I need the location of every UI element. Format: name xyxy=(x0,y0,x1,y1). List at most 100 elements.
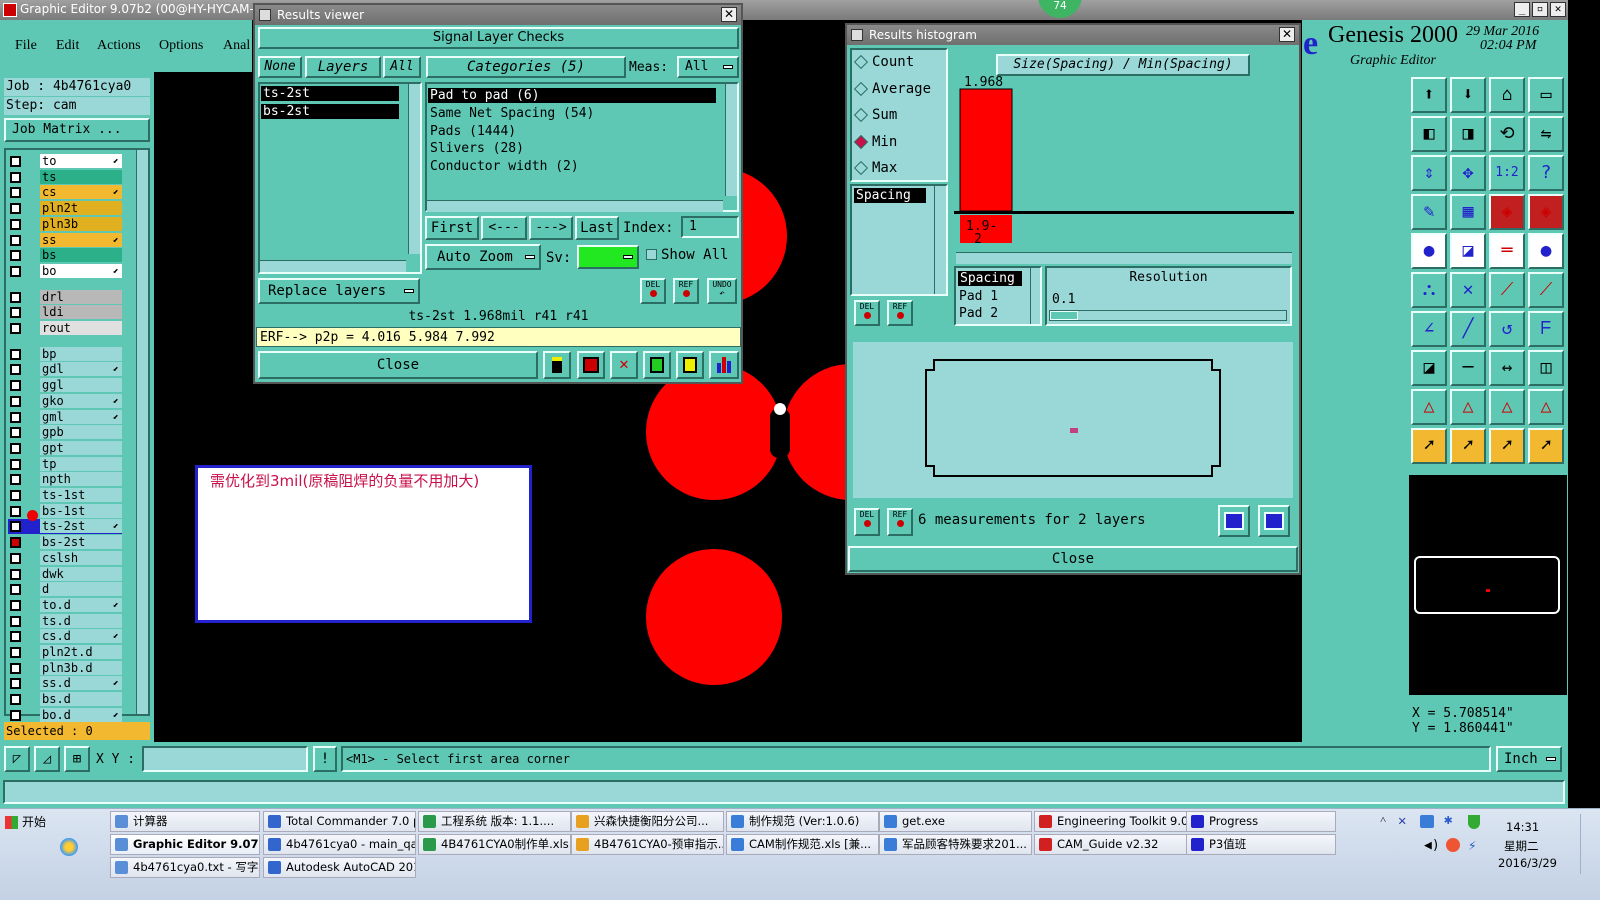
layer-row-d[interactable]: d xyxy=(8,582,122,597)
layer-list-vscroll[interactable] xyxy=(408,84,420,254)
category-item[interactable]: Slivers (28) xyxy=(430,141,524,156)
layer-checkbox[interactable] xyxy=(10,427,21,439)
layer-checkbox[interactable] xyxy=(10,458,21,470)
fe-icon[interactable]: ᖴ xyxy=(1528,311,1564,347)
layer-checkbox[interactable] xyxy=(10,203,21,215)
histogram-hscroll[interactable] xyxy=(956,252,1292,264)
show-desktop-button[interactable] xyxy=(1580,814,1596,874)
layer-row-ldi[interactable]: ldi xyxy=(8,305,122,320)
layer-name[interactable]: bo ⬋ xyxy=(40,263,122,278)
move-left-icon[interactable]: ◧ xyxy=(1411,116,1447,152)
layer-name[interactable]: ss ⬋ xyxy=(40,232,122,247)
layer-row-bo[interactable]: bo ⬋ xyxy=(8,263,122,279)
pad-icon[interactable]: ● xyxy=(1411,233,1447,269)
layer-checkbox[interactable] xyxy=(10,678,21,690)
layer-row-gpb[interactable]: gpb xyxy=(8,425,122,440)
zoom-tool-icon[interactable]: ◸ xyxy=(4,746,30,772)
layer-row-cs.d[interactable]: cs.d ⬋ xyxy=(8,629,122,644)
hist-ref-button-2[interactable]: REF xyxy=(887,508,913,536)
layer-checkbox[interactable] xyxy=(10,234,21,246)
start-button[interactable]: 开始 xyxy=(2,812,52,834)
point-icon[interactable]: ⟋ xyxy=(1489,272,1525,308)
layer-row-gpt[interactable]: gpt xyxy=(8,440,122,456)
report-icon[interactable] xyxy=(543,351,571,379)
layer-name[interactable]: bo.d ⬋ xyxy=(40,707,122,722)
menu-options[interactable]: Options xyxy=(159,38,203,54)
measure-list-vscroll[interactable] xyxy=(934,186,946,294)
layer-row-dwk[interactable]: dwk xyxy=(8,566,122,582)
stat-option-min[interactable]: Min xyxy=(852,132,942,152)
layer-checkbox[interactable] xyxy=(10,552,21,564)
taskbar-button[interactable]: Progress xyxy=(1186,811,1336,832)
index-input[interactable]: 1 xyxy=(681,216,739,238)
layer-row-ts.d[interactable]: ts.d xyxy=(8,613,122,629)
taskbar-button[interactable]: get.exe xyxy=(879,811,1032,832)
selection-item-selected[interactable]: Spacing xyxy=(958,271,1022,286)
layer-row-tp[interactable]: tp xyxy=(8,456,122,472)
histogram-bar[interactable] xyxy=(959,88,1013,212)
layer-checkbox[interactable] xyxy=(10,171,21,183)
layer-checkbox[interactable] xyxy=(10,584,21,596)
window-max-button[interactable]: ▫ xyxy=(1532,2,1548,17)
rotate-icon[interactable]: ⟲ xyxy=(1489,116,1525,152)
tray-volume-icon[interactable]: ◀) xyxy=(1424,838,1440,853)
info-icon[interactable]: ! xyxy=(313,746,337,772)
layer-row-gml[interactable]: gml ⬋ xyxy=(8,409,122,425)
layer-name[interactable]: dwk xyxy=(40,566,122,581)
stat-option-average[interactable]: Average xyxy=(852,79,942,99)
prev-button[interactable]: <--- xyxy=(481,216,527,240)
tray-bluetooth-icon[interactable]: ✱ xyxy=(1444,812,1452,828)
sv-color-dropdown[interactable] xyxy=(577,245,639,269)
layer-name[interactable]: ts-1st xyxy=(40,488,122,502)
layer-name[interactable]: pln2t.d xyxy=(40,645,122,659)
layer-checkbox[interactable] xyxy=(10,505,21,517)
triangle-a-icon[interactable]: △ xyxy=(1450,389,1486,425)
layer-checkbox[interactable] xyxy=(10,568,21,580)
layer-row-to.d[interactable]: to.d ⬋ xyxy=(8,597,122,613)
quick-launch-icon[interactable] xyxy=(60,838,78,856)
layer-name[interactable]: rout xyxy=(40,321,122,335)
layer-checkbox[interactable] xyxy=(10,490,21,501)
layer-checkbox[interactable] xyxy=(10,395,21,407)
category-item-selected[interactable]: Pad to pad (6) xyxy=(428,88,716,103)
layer-row-bs-1st[interactable]: bs-1st xyxy=(8,503,122,519)
layer-name[interactable]: pln3b.d xyxy=(40,660,122,675)
layer-row-cslsh[interactable]: cslsh xyxy=(8,550,122,566)
layer-checkbox[interactable] xyxy=(10,364,21,376)
results-viewer-close-icon[interactable]: ✕ xyxy=(721,7,737,22)
xy-input[interactable] xyxy=(142,746,308,772)
units-dropdown[interactable]: Inch xyxy=(1496,746,1562,772)
layer-row-bp[interactable]: bp xyxy=(8,346,122,362)
triangle-icon[interactable]: △ xyxy=(1411,389,1447,425)
show-all-checkbox[interactable] xyxy=(646,249,657,260)
layer-row-ss[interactable]: ss ⬋ xyxy=(8,232,122,248)
layer-name[interactable]: cslsh xyxy=(40,550,122,565)
layer-checkbox[interactable] xyxy=(10,615,21,627)
layer-name[interactable]: cs.d ⬋ xyxy=(40,629,122,644)
undo-button[interactable]: UNDO ↶ xyxy=(707,278,737,304)
edit-icon[interactable]: ✎ xyxy=(1411,194,1447,230)
layer-name[interactable]: gko ⬋ xyxy=(40,393,122,408)
triangle-c-icon[interactable]: △ xyxy=(1528,389,1564,425)
category-vscroll[interactable] xyxy=(725,84,737,196)
hist-del-button-2[interactable]: DEL xyxy=(854,508,880,536)
taskbar-button[interactable]: 4B4761CYA0制作单.xls... xyxy=(418,834,571,855)
snap-icon[interactable]: ◪ xyxy=(1411,350,1447,386)
del-button[interactable]: DEL xyxy=(640,278,666,304)
line-icon[interactable]: ◪ xyxy=(1450,233,1486,269)
stat-option-max[interactable]: Max xyxy=(852,158,942,178)
layer-name[interactable]: gdl ⬋ xyxy=(40,362,122,377)
layer-name[interactable]: gpt xyxy=(40,440,122,455)
layer-checkbox[interactable] xyxy=(10,218,21,230)
layer-checkbox[interactable] xyxy=(10,265,21,277)
selection-item[interactable]: Pad 1 xyxy=(959,289,998,304)
hist-ref-button[interactable]: REF xyxy=(887,300,913,326)
taskbar-button[interactable]: 4b4761cya0 - main_qa xyxy=(263,834,416,855)
layer-checkbox[interactable] xyxy=(10,323,21,334)
cursor-box-icon[interactable]: ➚ xyxy=(1450,428,1486,464)
hist-del-button[interactable]: DEL xyxy=(854,300,880,326)
layer-checkbox[interactable] xyxy=(10,662,21,674)
menu-actions[interactable]: Actions xyxy=(97,38,141,54)
slider-thumb[interactable] xyxy=(1050,311,1078,320)
result-layer-item[interactable]: ts-2st xyxy=(261,86,399,101)
